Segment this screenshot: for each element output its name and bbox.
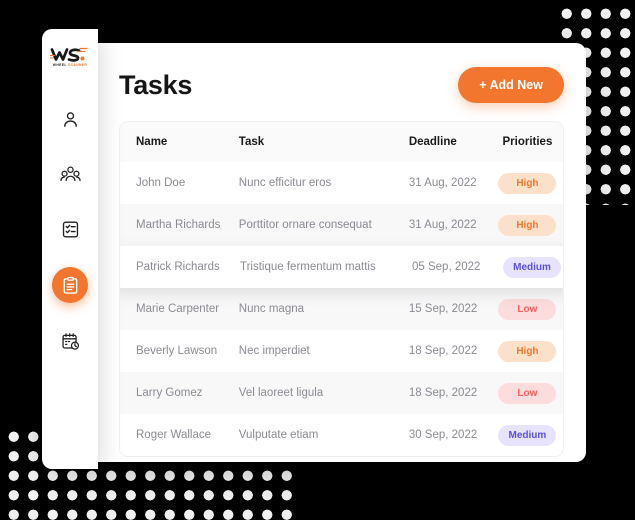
cell-deadline: 18 Sep, 2022 [408, 387, 478, 399]
priority-badge: Medium [503, 256, 561, 278]
priority-badge: High [498, 214, 557, 236]
cell-priority: Medium [492, 424, 563, 446]
column-header-name: Name [136, 136, 168, 148]
priority-badge: Low [498, 382, 557, 404]
cell-task: Nec imperdiet [238, 345, 310, 357]
sidebar-item-profile[interactable] [53, 102, 87, 136]
cell-deadline: 31 Aug, 2022 [408, 177, 477, 189]
cell-priority: Low [492, 382, 563, 404]
cell-task: Porttitor ornare consequat [238, 219, 372, 231]
cell-deadline: 30 Sep, 2022 [408, 429, 478, 441]
cell-task: Vulputate etiam [238, 429, 319, 441]
priority-badge: Low [498, 298, 557, 320]
checklist-icon [62, 221, 78, 237]
page-header: Tasks + Add New [119, 61, 564, 109]
cell-name: Larry Gomez [136, 387, 203, 399]
cell-task: Tristique fermentum mattis [240, 261, 376, 273]
sidebar-item-schedule[interactable] [53, 324, 87, 358]
cell-task: Nunc magna [238, 303, 305, 315]
cell-task: Vel laoreet ligula [238, 387, 324, 399]
add-new-button[interactable]: + Add New [458, 67, 564, 103]
table-row[interactable]: Martha Richards Porttitor ornare consequa… [120, 204, 563, 246]
table-row[interactable]: Beverly Lawson Nec imperdiet 18 Sep, 2022 H… [120, 330, 563, 372]
tasks-table-inner: Name Task Deadline Priorities John Doe Nu… [120, 122, 563, 456]
cell-deadline: 18 Sep, 2022 [408, 345, 478, 357]
calendar-clock-icon [61, 332, 79, 350]
table-body: John Doe Nunc efficitur eros 31 Aug, 2022 H… [120, 162, 563, 456]
sidebar-item-tasks[interactable] [52, 267, 88, 303]
logo-mark-icon [50, 47, 88, 62]
sidebar: WHEEL SCANNER [42, 29, 98, 469]
cell-task: Nunc efficitur eros [238, 177, 332, 189]
priority-badge: Medium [498, 424, 557, 446]
cell-priority: High [492, 172, 563, 194]
table-row[interactable]: John Doe Nunc efficitur eros 31 Aug, 2022 H… [120, 162, 563, 204]
cell-deadline: 05 Sep, 2022 [412, 261, 481, 273]
logo-subtitle: WHEEL SCANNER [52, 63, 88, 67]
screenshot-root: WHEEL SCANNER Tasks + Add New Name Task … [0, 0, 635, 520]
app-logo[interactable]: WHEEL SCANNER [47, 42, 93, 72]
cell-deadline: 31 Aug, 2022 [408, 219, 477, 231]
cell-priority: Low [492, 298, 563, 320]
page-title: Tasks [119, 69, 193, 100]
table-header-row: Name Task Deadline Priorities [120, 122, 563, 162]
table-row[interactable]: Patrick Richards Tristique fermentum matt… [120, 246, 563, 288]
user-icon [63, 111, 77, 127]
priority-badge: High [498, 340, 557, 362]
sidebar-nav [52, 102, 88, 358]
cell-priority: High [492, 340, 563, 362]
column-header-deadline: Deadline [408, 136, 457, 148]
priority-badge: High [498, 172, 557, 194]
cell-name: Marie Carpenter [136, 303, 220, 315]
table-row[interactable]: Roger Wallace Vulputate etiam 30 Sep, 2022… [120, 414, 563, 456]
table-row[interactable]: Marie Carpenter Nunc magna 15 Sep, 2022 Low [120, 288, 563, 330]
sidebar-item-team[interactable] [53, 157, 87, 191]
column-header-priorities: Priorities [502, 136, 553, 148]
sidebar-item-lists[interactable] [53, 212, 87, 246]
cell-name: Roger Wallace [136, 429, 211, 441]
users-group-icon [59, 166, 81, 181]
cell-name: John Doe [136, 177, 186, 189]
cell-name: Beverly Lawson [136, 345, 218, 357]
table-row[interactable]: Larry Gomez Vel laoreet ligula 18 Sep, 202… [120, 372, 563, 414]
cell-name: Patrick Richards [136, 261, 220, 273]
column-header-task: Task [238, 136, 265, 148]
main-content-card: Tasks + Add New Name Task Deadline Prior… [97, 43, 586, 462]
cell-deadline: 15 Sep, 2022 [408, 303, 478, 315]
clipboard-icon [63, 276, 77, 294]
cell-priority: High [492, 214, 563, 236]
tasks-table: Name Task Deadline Priorities John Doe Nu… [119, 121, 564, 457]
cell-priority: Medium [496, 256, 563, 278]
cell-name: Martha Richards [136, 219, 221, 231]
